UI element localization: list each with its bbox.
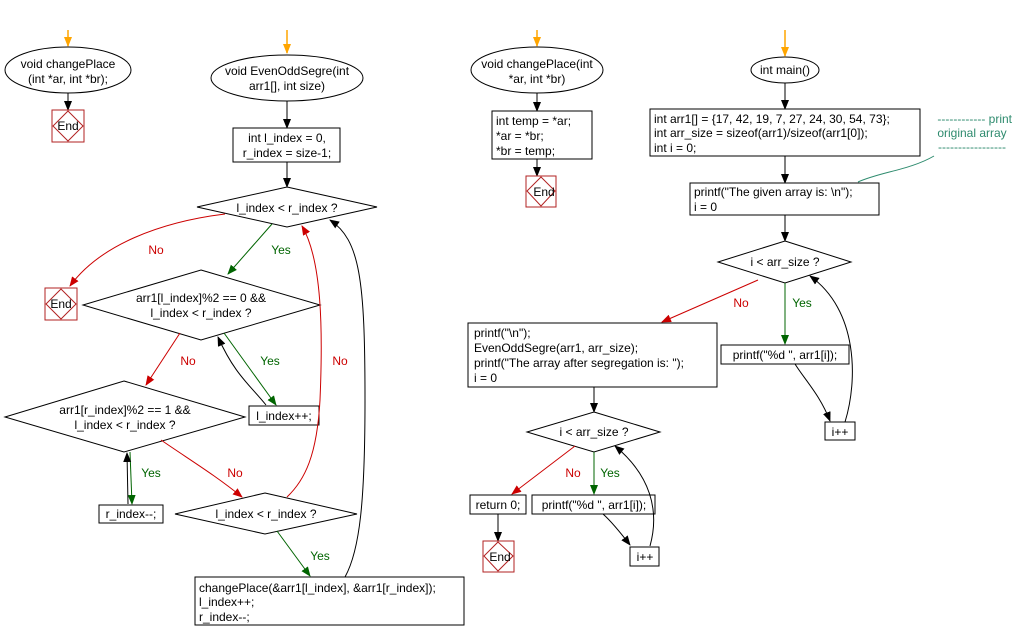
node-text: int arr_size = sizeof(arr1)/sizeof(arr1[… [654, 126, 868, 140]
node-text: r_index--; [199, 610, 250, 624]
node-text: arr1[l_index]%2 == 0 && [136, 291, 266, 305]
flowchart: void changePlace (int *ar, int *br); End… [3, 30, 1013, 626]
end-label: End [50, 297, 71, 311]
node-text: l_index < r_index ? [74, 418, 175, 432]
node-text: arr1[r_index]%2 == 1 && [59, 403, 190, 417]
edge-loop [329, 219, 366, 578]
end-label: End [489, 550, 510, 564]
node-text: int temp = *ar; [496, 114, 571, 128]
node-text: int l_index = 0, [248, 131, 326, 145]
node-text: printf("%d ", arr1[i]); [542, 498, 647, 512]
comment-text: original array [937, 126, 1006, 140]
node-text: l_index < r_index ? [215, 507, 316, 521]
edge-no [145, 332, 181, 386]
node-text: (int *ar, int *br); [28, 72, 108, 86]
edge-yes [127, 451, 136, 505]
edge-yes [227, 223, 273, 275]
node-text: printf("\n"); [474, 326, 531, 340]
node-text: int arr1[] = {17, 42, 19, 7, 27, 24, 30,… [654, 112, 890, 126]
node-text: void EvenOddSegre(int [225, 64, 350, 78]
edge-label-no: No [227, 466, 243, 480]
node-text: r_index--; [106, 507, 157, 521]
edge-no [286, 225, 322, 498]
edge [602, 513, 631, 546]
node-text: l_index < r_index ? [236, 201, 337, 215]
edge-back [123, 452, 132, 505]
node-text: arr1[], int size) [249, 79, 325, 93]
edge-label-no: No [148, 243, 164, 257]
edge-yes [223, 332, 277, 406]
node-text: *ar, int *br) [509, 72, 566, 86]
start-ellipse [210, 54, 364, 102]
node-text: printf("The array after segregation is: … [474, 356, 684, 370]
changeplace-declaration: void changePlace (int *ar, int *br); End [4, 30, 132, 143]
changeplace-definition: void changePlace(int *ar, int *br) int t… [470, 30, 604, 208]
node-text: printf("%d ", arr1[i]); [733, 348, 838, 362]
node-text: *ar = *br; [496, 129, 544, 143]
node-text: r_index = size-1; [243, 146, 331, 160]
node-text: i < arr_size ? [750, 255, 819, 269]
edge-label-yes: Yes [600, 466, 620, 480]
node-text: *br = temp; [496, 144, 555, 158]
end-label: End [57, 119, 78, 133]
edge-label-yes: Yes [141, 466, 161, 480]
end-node: End [525, 175, 557, 208]
end-node: End [44, 287, 78, 321]
comment-text: ----------------- [938, 140, 1006, 154]
node-text: l_index++; [256, 409, 311, 423]
comment-text: ------------ print [937, 112, 1012, 126]
node-text: int main() [760, 63, 810, 77]
node-text: i < arr_size ? [559, 425, 628, 439]
node-text: l_index++; [199, 595, 254, 609]
end-node: End [482, 540, 515, 573]
edge-back [217, 336, 267, 406]
node-text: i = 0 [474, 371, 497, 385]
node-text: int i = 0; [654, 141, 696, 155]
node-text: i = 0 [694, 200, 717, 214]
node-text: void changePlace [21, 57, 116, 71]
edge-label-no: No [733, 296, 749, 310]
node-text: changePlace(&arr1[l_index], &arr1[r_inde… [199, 581, 436, 595]
edge-label-yes: Yes [271, 243, 291, 257]
edge-yes [276, 530, 311, 577]
node-text: i++ [832, 425, 849, 439]
node-text: printf("The given array is: \n"); [694, 185, 853, 199]
node-text: return 0; [476, 498, 521, 512]
end-label: End [533, 185, 554, 199]
node-text: i++ [637, 550, 654, 564]
edge [794, 363, 831, 422]
edge-label-no: No [180, 354, 196, 368]
edge-label-no: No [565, 466, 581, 480]
node-text: EvenOddSegre(arr1, arr_size); [474, 341, 638, 355]
edge-label-yes: Yes [260, 354, 280, 368]
edge-label-yes: Yes [792, 296, 812, 310]
node-text: void changePlace(int [481, 57, 593, 71]
end-node: End [51, 109, 85, 143]
edge-label-no: No [332, 354, 348, 368]
node-text: l_index < r_index ? [150, 306, 251, 320]
decision-even [81, 269, 322, 341]
comment-connector [857, 155, 935, 183]
edge-label-yes: Yes [310, 549, 330, 563]
